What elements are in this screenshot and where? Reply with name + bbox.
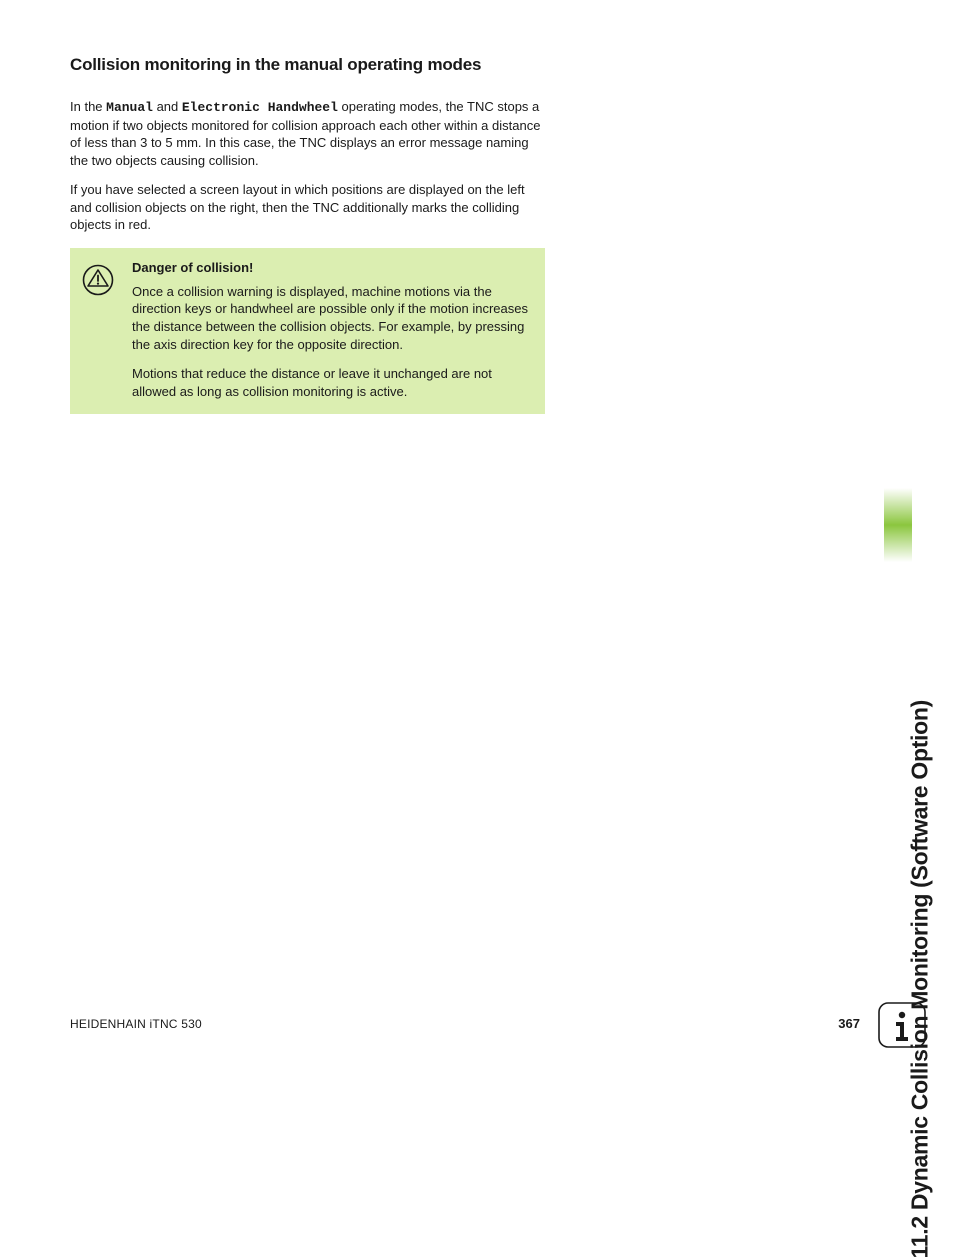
text-fragment: In the: [70, 99, 106, 114]
side-title-container: 11.2 Dynamic Collision Monitoring (Softw…: [884, 30, 924, 710]
mode-label-handwheel: Electronic Handwheel: [182, 100, 338, 115]
page-number: 367: [838, 1016, 860, 1031]
warning-title: Danger of collision!: [132, 260, 531, 275]
section-heading: Collision monitoring in the manual opera…: [70, 54, 545, 76]
warning-text: Danger of collision! Once a collision wa…: [132, 260, 531, 400]
paragraph-1: In the Manual and Electronic Handwheel o…: [70, 98, 545, 169]
side-gradient-accent: [884, 488, 912, 562]
paragraph-2: If you have selected a screen layout in …: [70, 181, 545, 234]
warning-paragraph-2: Motions that reduce the distance or leav…: [132, 365, 531, 400]
footer-product-name: HEIDENHAIN iTNC 530: [70, 1017, 202, 1031]
warning-icon: [82, 260, 114, 301]
main-content: Collision monitoring in the manual opera…: [70, 54, 545, 414]
info-icon: [878, 1002, 926, 1053]
side-title-text: 11.2 Dynamic Collision Monitoring (Softw…: [906, 700, 933, 1258]
page-footer: HEIDENHAIN iTNC 530 367: [70, 1016, 860, 1031]
mode-label-manual: Manual: [106, 100, 153, 115]
text-fragment: and: [153, 99, 182, 114]
warning-box: Danger of collision! Once a collision wa…: [70, 248, 545, 414]
warning-paragraph-1: Once a collision warning is displayed, m…: [132, 283, 531, 353]
